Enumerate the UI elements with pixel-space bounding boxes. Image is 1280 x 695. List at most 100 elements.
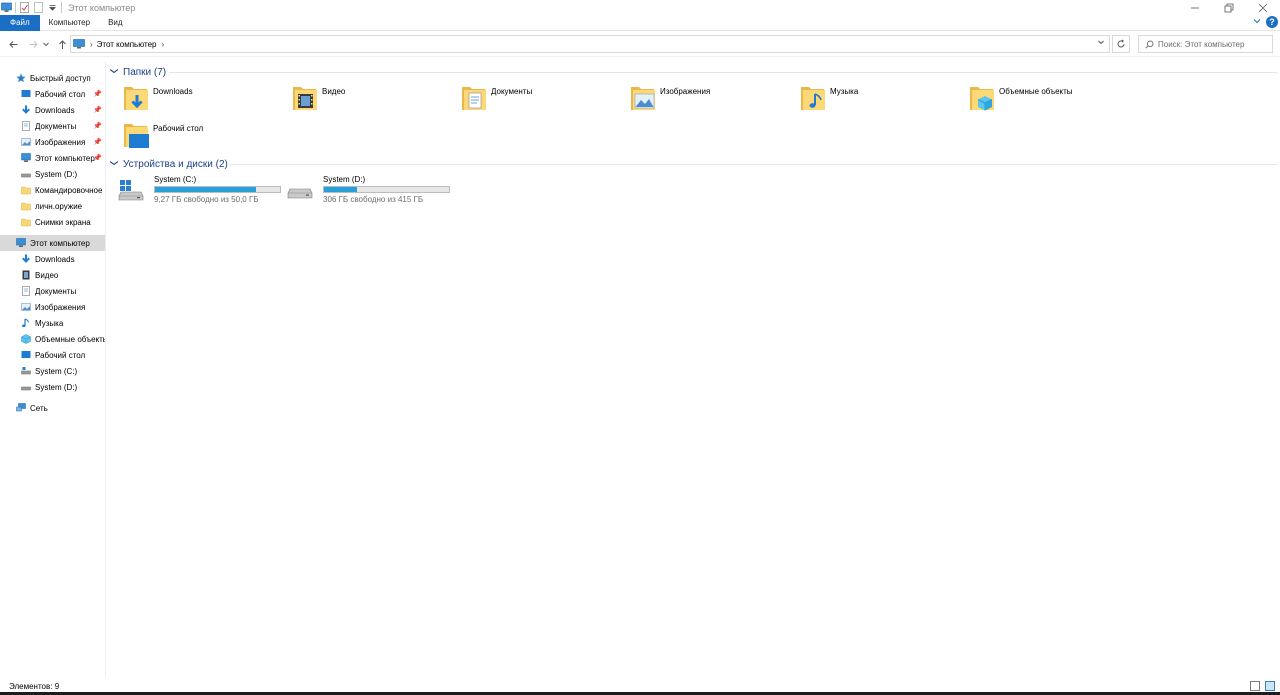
sidebar-item-quick-access[interactable]: Быстрый доступ [0,70,105,86]
sidebar-item-video[interactable]: Видео [0,267,105,283]
sidebar-item-this-pc-pinned[interactable]: Этот компьютер 📌 [0,150,105,166]
refresh-button[interactable] [1112,35,1130,53]
pin-icon[interactable]: 📌 [93,122,102,130]
breadcrumb-chevron-icon[interactable]: › [162,40,165,49]
ribbon-right-controls: ? [1252,16,1278,28]
sidebar-item-label: Командировочное [35,185,103,195]
quick-access-toolbar [0,0,62,15]
video-folder-icon [293,87,317,110]
drive-tile-system-c[interactable]: System (C:) 9,27 ГБ свободно из 50,0 ГБ [118,175,286,205]
minimize-button[interactable] [1178,0,1212,15]
sidebar-item-desktop[interactable]: Рабочий стол [0,347,105,363]
folders-group-header[interactable]: Папки (7) [109,64,167,80]
sidebar-item-label: Изображения [35,302,86,312]
folder-label: Изображения [660,87,711,96]
sidebar-item-downloads[interactable]: Downloads 📌 [0,102,105,118]
sidebar-item-documents[interactable]: Документы [0,283,105,299]
sidebar-item-label: Быстрый доступ [30,73,91,83]
desktop-icon [21,90,31,97]
folder-tile-music[interactable]: Музыка [800,84,960,118]
sidebar-item-label: System (C:) [35,366,78,376]
documents-icon [22,286,30,296]
customize-qat-chevron-icon[interactable] [47,2,58,13]
folder-tile-documents[interactable]: Документы [461,84,621,118]
details-view-button[interactable] [1250,681,1260,691]
expand-ribbon-button[interactable] [1252,16,1262,28]
sidebar-item-label: Снимки экрана [35,217,91,227]
sidebar-item-label: Downloads [35,254,75,264]
sidebar-item-pictures[interactable]: Изображения 📌 [0,134,105,150]
minimize-icon [1191,7,1199,8]
sidebar-item-label: Downloads [35,105,75,115]
address-dropdown-icon[interactable] [1097,38,1105,48]
folder-icon [21,218,31,227]
up-button[interactable] [55,37,69,51]
tab-view[interactable]: Вид [99,15,131,31]
folder-tile-video[interactable]: Видео [292,84,452,118]
sidebar-item-folder[interactable]: Снимки экрана [0,214,105,230]
folder-tile-desktop[interactable]: Рабочий стол [123,121,283,155]
folder-label: Музыка [830,87,859,96]
drive-usage-fill [324,187,357,192]
sidebar-item-label: Этот компьютер [35,153,95,163]
3d-objects-icon [21,334,31,344]
large-icons-view-button[interactable] [1265,681,1275,691]
sidebar-item-this-pc[interactable]: Этот компьютер [0,235,105,251]
arrow-left-icon [8,40,17,48]
ribbon-tabs: Файл Компьютер Вид ? [0,14,1280,31]
sidebar-item-label: Документы [35,121,77,131]
sidebar-item-folder[interactable]: Командировочное [0,182,105,198]
pin-icon[interactable]: 📌 [93,154,102,162]
tab-file[interactable]: Файл [0,14,40,31]
toolbar-divider [61,2,62,13]
folder-tile-3d-objects[interactable]: Объемные объекты [969,84,1129,118]
folder-icon [21,186,31,195]
sidebar-item-label: Объемные объекты [35,334,105,344]
sidebar-item-system-c[interactable]: System (C:) [0,363,105,379]
pictures-folder-icon [631,87,655,110]
sidebar-item-downloads[interactable]: Downloads [0,251,105,267]
sidebar-item-system-d[interactable]: System (D:) [0,166,105,182]
recent-locations-button[interactable] [42,37,50,51]
close-button[interactable] [1246,0,1280,15]
tab-computer[interactable]: Компьютер [40,15,99,31]
pin-icon[interactable]: 📌 [93,90,102,98]
forward-button[interactable] [26,37,40,51]
sidebar-item-label: Рабочий стол [35,350,86,360]
properties-icon[interactable] [19,2,30,13]
sidebar-item-system-d[interactable]: System (D:) [0,379,105,395]
download-arrow-icon [22,254,30,263]
close-icon [1258,3,1268,12]
folder-tile-downloads[interactable]: Downloads [123,84,283,118]
new-folder-icon[interactable] [33,2,44,13]
pin-icon[interactable]: 📌 [93,106,102,114]
pin-icon[interactable]: 📌 [93,138,102,146]
search-box[interactable] [1138,35,1273,53]
computer-icon[interactable] [1,2,12,13]
group-header-label: Устройства и диски (2) [123,158,228,170]
drives-group-header[interactable]: Устройства и диски (2) [109,156,228,172]
sidebar-item-documents[interactable]: Документы 📌 [0,118,105,134]
drive-name: System (C:) [154,175,197,184]
help-button[interactable]: ? [1266,16,1278,28]
chevron-down-icon [109,67,119,77]
folder-tile-pictures[interactable]: Изображения [630,84,790,118]
sidebar-item-pictures[interactable]: Изображения [0,299,105,315]
drive-free-space: 9,27 ГБ свободно из 50,0 ГБ [154,195,259,204]
folder-label: Документы [491,87,533,96]
group-header-label: Папки (7) [123,66,167,78]
sidebar-item-desktop[interactable]: Рабочий стол 📌 [0,86,105,102]
breadcrumb-this-pc[interactable]: Этот компьютер [97,40,157,49]
group-divider [229,164,1277,165]
back-button[interactable] [6,37,20,51]
address-bar[interactable]: › Этот компьютер › [70,35,1110,53]
restore-button[interactable] [1212,0,1246,15]
drive-tile-system-d[interactable]: System (D:) 306 ГБ свободно из 415 ГБ [287,175,455,205]
sidebar-item-3d-objects[interactable]: Объемные объекты [0,331,105,347]
sidebar-item-music[interactable]: Музыка [0,315,105,331]
sidebar-item-folder[interactable]: личн.оружие [0,198,105,214]
title-bar: Этот компьютер [0,0,1280,15]
sidebar-item-network[interactable]: Сеть [0,400,105,416]
breadcrumb-chevron-icon[interactable]: › [90,40,93,49]
search-input[interactable] [1158,39,1268,49]
